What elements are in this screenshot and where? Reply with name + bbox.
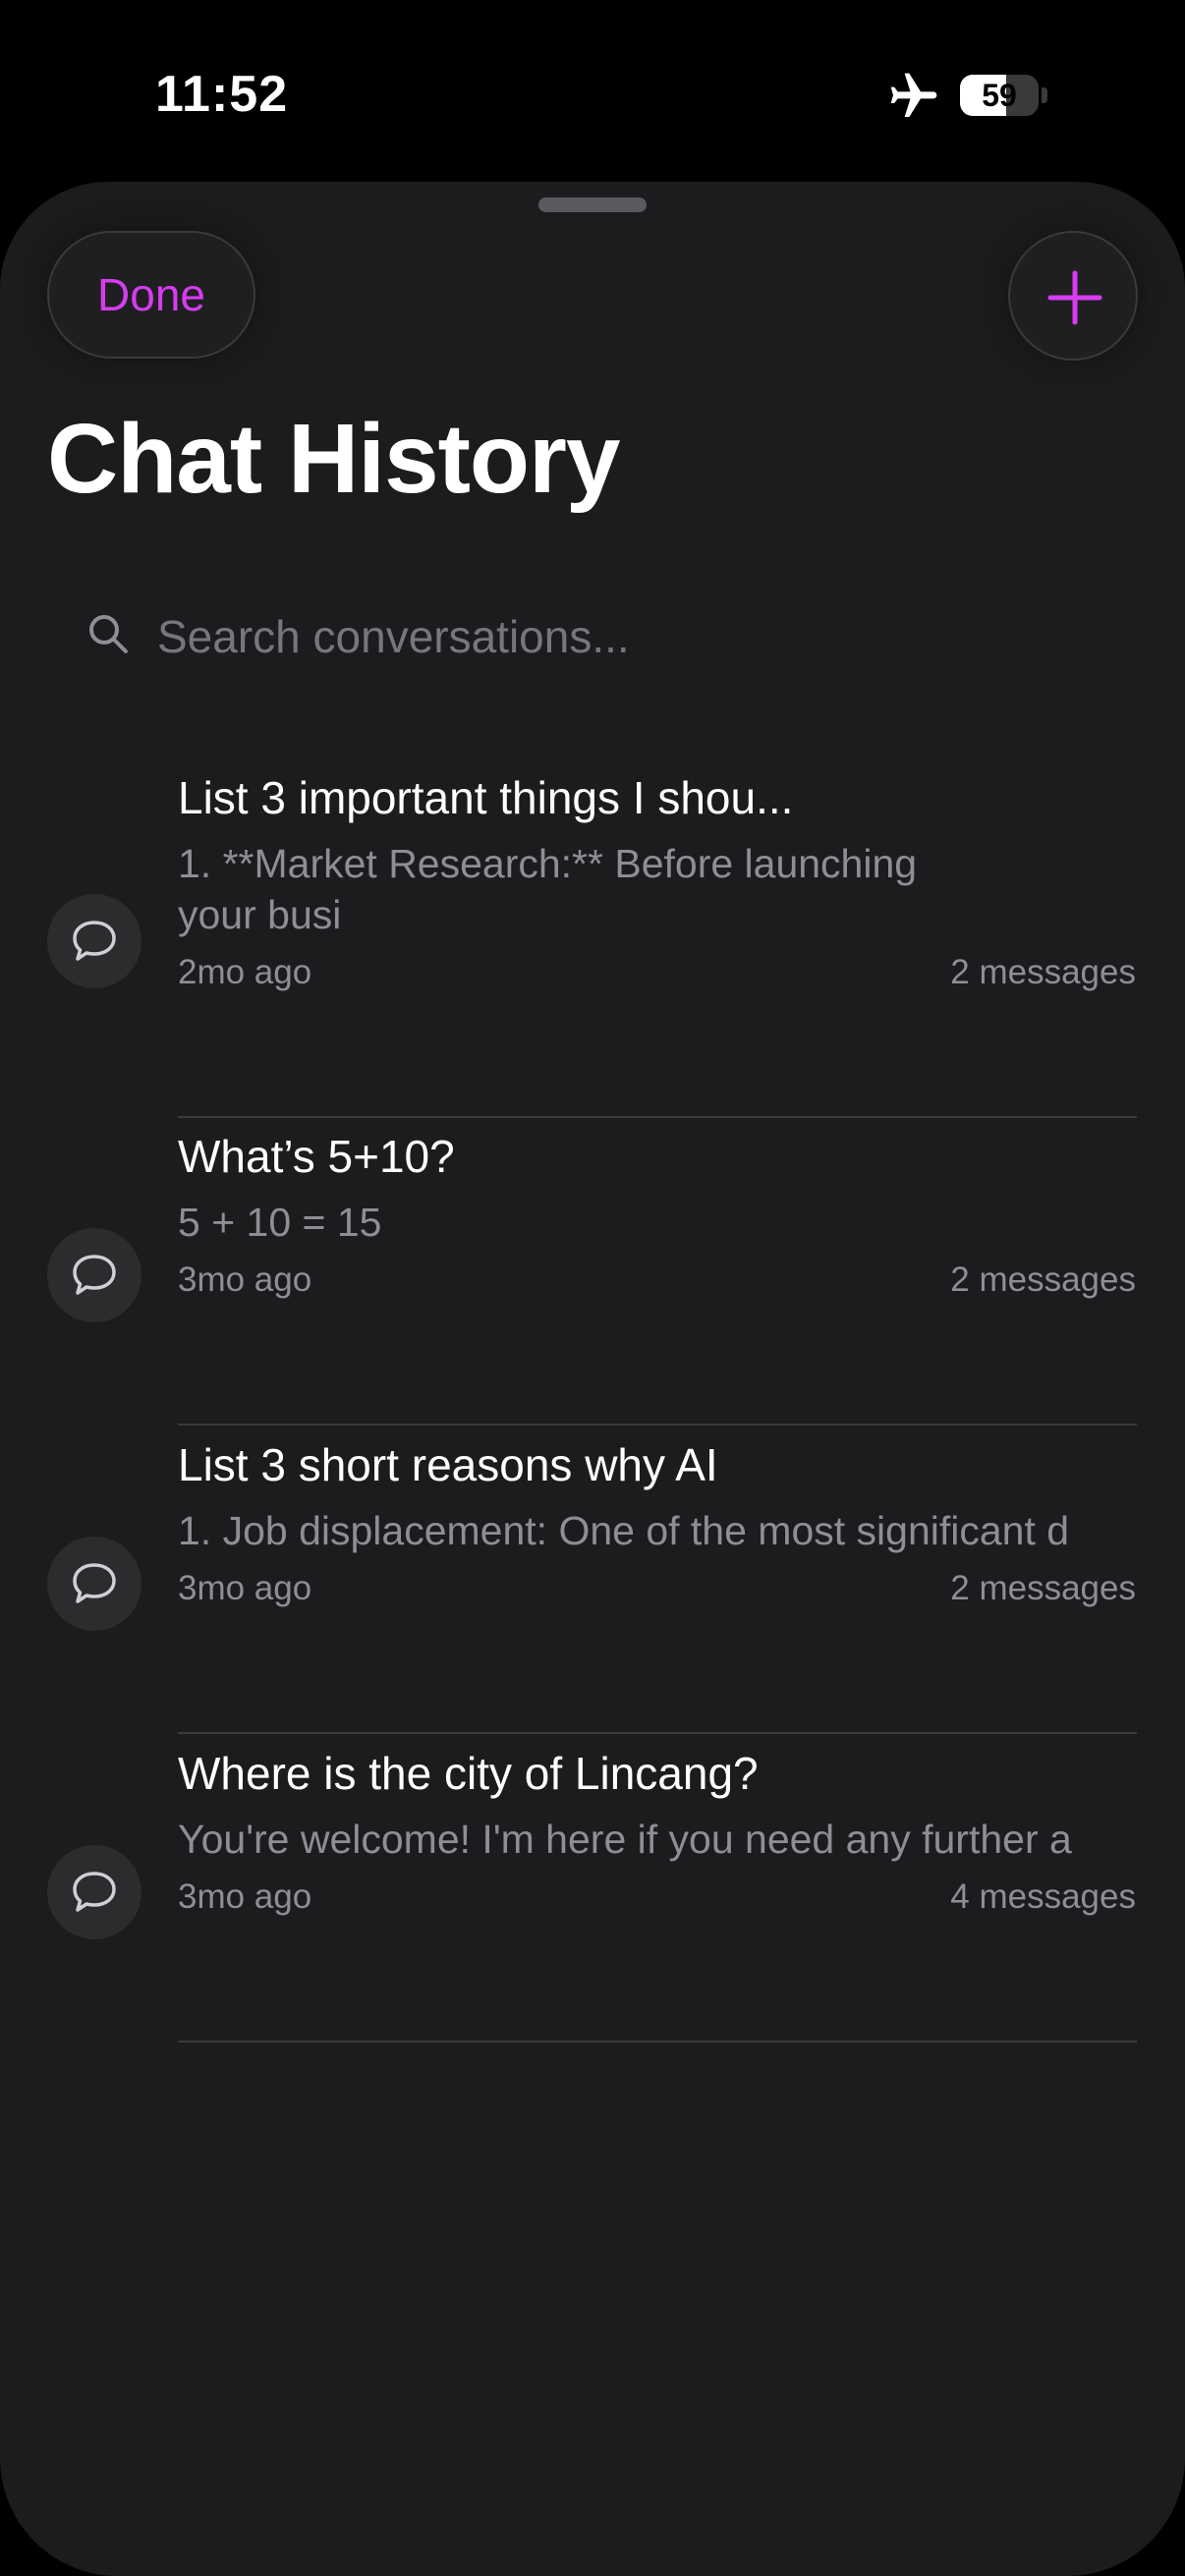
conversation-preview: 1. Job displacement: One of the most sig… [178, 1508, 1070, 1553]
chat-bubble-icon-container [47, 1845, 141, 1939]
battery-cap [1042, 87, 1047, 103]
status-time: 11:52 [155, 66, 289, 123]
conversation-preview: 5 + 10 = 15 [178, 1200, 382, 1245]
chat-history-sheet: Done Chat History List 3 important thing… [0, 182, 1185, 2576]
page-title: Chat History [47, 404, 621, 514]
chat-bubble-icon-container [47, 1228, 141, 1322]
conversation-message-count: 2 messages [950, 953, 1136, 991]
done-button[interactable]: Done [47, 231, 255, 359]
search-bar[interactable] [47, 575, 1138, 702]
conversation-title: List 3 short reasons why AI [178, 1439, 718, 1490]
conversation-date: 2mo ago [178, 953, 312, 991]
conversation-message-count: 2 messages [950, 1569, 1136, 1607]
conversation-message-count: 4 messages [950, 1877, 1136, 1916]
plus-icon [1047, 270, 1102, 325]
battery-percentage: 59 [982, 78, 1017, 113]
conversation-date: 3mo ago [178, 1877, 312, 1916]
chat-bubble-icon [73, 1563, 116, 1603]
conversation-date: 3mo ago [178, 1569, 312, 1607]
divider [178, 1424, 1137, 1426]
divider [178, 1116, 1137, 1118]
new-chat-button[interactable] [1008, 231, 1138, 361]
chat-bubble-icon-container [47, 894, 141, 988]
conversation-preview: You're welcome! I'm here if you need any… [178, 1817, 1072, 1862]
conversation-date: 3mo ago [178, 1260, 312, 1299]
chat-bubble-icon-container [47, 1537, 141, 1631]
conversation-title: List 3 important things I shou... [178, 772, 794, 823]
battery-icon: 59 [960, 75, 1039, 116]
divider [178, 1732, 1137, 1734]
conversation-preview: 1. **Market Research:** Before launching… [178, 841, 918, 937]
sheet-grabber[interactable] [538, 197, 647, 212]
conversation-title: What’s 5+10? [178, 1131, 455, 1182]
chat-bubble-icon [73, 921, 116, 961]
airplane-icon [890, 73, 937, 117]
conversation-title: Where is the city of Lincang? [178, 1748, 759, 1799]
chat-bubble-icon [73, 1872, 116, 1912]
divider [178, 2041, 1137, 2043]
conversation-message-count: 2 messages [950, 1260, 1136, 1299]
search-icon [89, 615, 128, 653]
status-bar: 11:52 59 [0, 0, 1185, 182]
chat-bubble-icon [73, 1255, 116, 1295]
search-input[interactable] [157, 604, 1042, 669]
